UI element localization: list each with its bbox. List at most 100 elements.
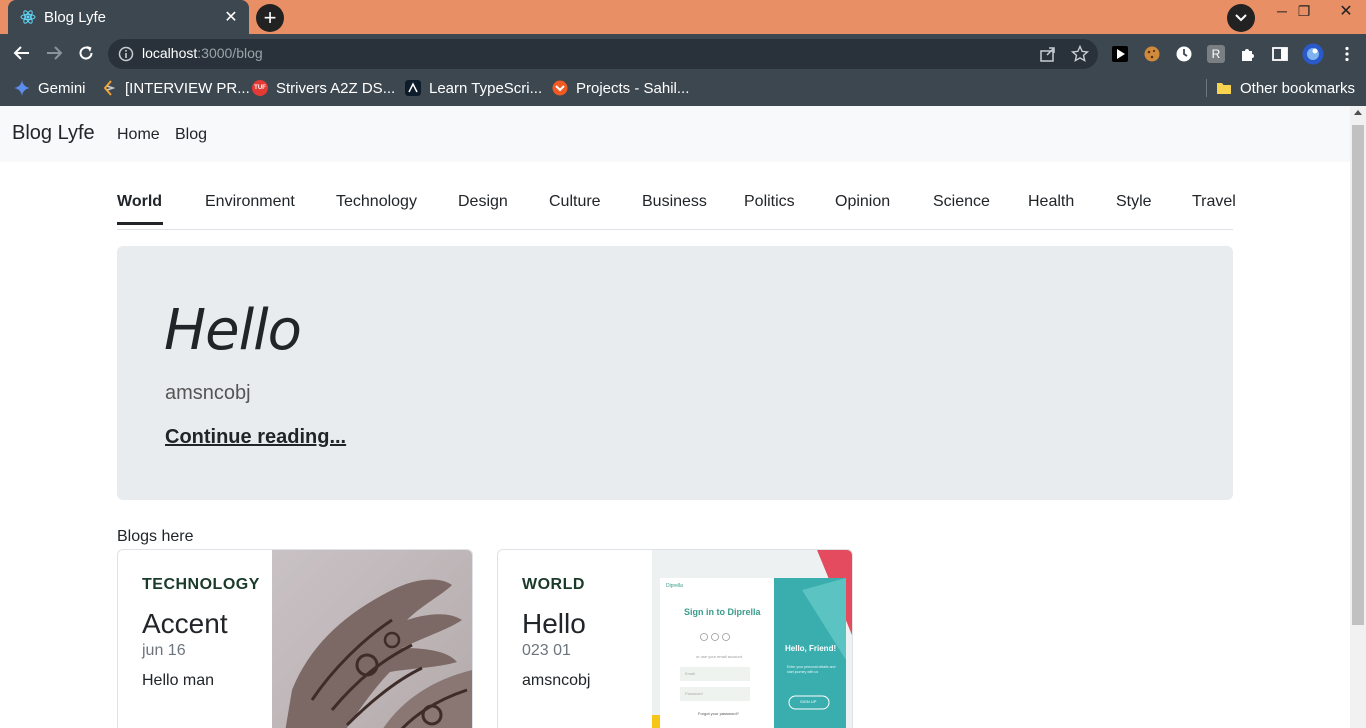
signin-heading: Sign in to Diprella (684, 607, 761, 617)
signin-subtitle: or use your email account (696, 654, 742, 659)
close-window-button[interactable]: ✕ (1326, 0, 1366, 22)
site-brand[interactable]: Blog Lyfe (12, 122, 95, 145)
gemini-icon (14, 80, 30, 96)
category-tab-business[interactable]: Business (642, 193, 707, 211)
bookmark-label: Projects - Sahil... (576, 79, 690, 97)
henna-hands-image (272, 550, 472, 728)
typescript-site-icon (405, 80, 421, 96)
category-tab-health[interactable]: Health (1028, 193, 1074, 211)
site-info-icon[interactable] (118, 46, 134, 62)
blog-card-excerpt: amsncobj (522, 672, 591, 689)
forward-button[interactable] (41, 40, 67, 66)
page-viewport: Blog Lyfe Home Blog World Environment Te… (0, 106, 1350, 728)
bookmarks-bar: Gemini [INTERVIEW PR... TUF Strivers A2Z… (0, 70, 1366, 106)
category-tab-environment[interactable]: Environment (205, 193, 295, 211)
bookmark-label: [INTERVIEW PR... (125, 79, 250, 97)
bookmark-projects[interactable]: Projects - Sahil... (552, 70, 689, 106)
blog-card-title: Hello (522, 608, 586, 639)
featured-post-banner: Hello amsncobj Continue reading... (117, 246, 1233, 500)
bookmark-interview-prep[interactable]: [INTERVIEW PR... (101, 70, 250, 106)
category-tab-culture[interactable]: Culture (549, 193, 601, 211)
bookmark-site-icon (103, 80, 116, 96)
category-tab-travel[interactable]: Travel (1192, 193, 1236, 211)
clock-extension-icon[interactable] (1175, 45, 1193, 63)
blog-card-body: WORLD Hello 023 01 amsncobj (522, 576, 590, 690)
blog-card-title: Accent (142, 608, 228, 639)
site-navbar: Blog Lyfe Home Blog (0, 106, 1350, 162)
share-icon[interactable] (1039, 45, 1057, 63)
bookmark-label: Strivers A2Z DS... (276, 79, 396, 97)
forgot-password-text: Forgot your password? (698, 711, 739, 716)
projects-site-icon (552, 80, 568, 96)
play-extension-icon[interactable] (1111, 45, 1129, 63)
category-tab-world[interactable]: World (117, 193, 162, 211)
chevron-down-icon (1235, 14, 1247, 22)
scroll-thumb[interactable] (1352, 125, 1364, 625)
category-tab-politics[interactable]: Politics (744, 193, 795, 211)
tab-strip: Blog Lyfe ✕ + ─ ❐ ✕ (0, 0, 1366, 34)
category-tab-design[interactable]: Design (458, 193, 508, 211)
category-tab-opinion[interactable]: Opinion (835, 193, 890, 211)
signup-label: SIGN UP (800, 699, 817, 704)
diprella-logo-text: Diprella (666, 583, 683, 589)
blogs-section-label: Blogs here (117, 528, 194, 545)
reload-icon (79, 46, 93, 60)
star-icon[interactable] (1071, 45, 1089, 63)
blog-card[interactable]: TECHNOLOGY Accent jun 16 Hello man (117, 549, 473, 728)
new-tab-button[interactable]: + (256, 4, 284, 32)
category-tab-science[interactable]: Science (933, 193, 990, 211)
scroll-up-arrow[interactable] (1354, 110, 1362, 115)
blog-card-category: WORLD (522, 576, 585, 593)
email-field-label: Email (685, 671, 696, 676)
restore-button[interactable]: ❐ (1284, 0, 1324, 22)
bookmarks-divider (1206, 79, 1207, 97)
tab-title: Blog Lyfe (44, 8, 106, 26)
blog-card-date: 023 01 (522, 642, 571, 659)
blog-card-thumbnail: Diprella Sign in to Diprella or use your… (652, 550, 852, 728)
url-text[interactable]: localhost:3000/blog (142, 45, 263, 61)
nav-link-blog[interactable]: Blog (175, 126, 207, 144)
continue-reading-link[interactable]: Continue reading... (165, 426, 346, 449)
blog-card-body: TECHNOLOGY Accent jun 16 Hello man (142, 576, 260, 690)
reload-button[interactable] (73, 40, 99, 66)
kebab-menu-icon[interactable] (1338, 45, 1356, 63)
featured-post-title: Hello (164, 298, 302, 363)
cookie-extension-icon[interactable] (1143, 45, 1161, 63)
password-field-label: Password (685, 691, 703, 696)
back-button[interactable] (9, 40, 35, 66)
tab-search-button[interactable] (1227, 4, 1255, 32)
other-bookmarks-label: Other bookmarks (1240, 79, 1356, 97)
category-tab-style[interactable]: Style (1116, 193, 1152, 211)
blog-card-excerpt: Hello man (142, 672, 215, 689)
arrow-right-icon (47, 46, 63, 60)
browser-tab-active[interactable]: Blog Lyfe ✕ (8, 0, 249, 34)
bookmark-label: Gemini (38, 79, 86, 97)
hello-friend-heading: Hello, Friend! (785, 644, 837, 653)
page-scrollbar[interactable] (1350, 106, 1366, 728)
puzzle-extensions-icon[interactable] (1239, 45, 1257, 63)
arrow-left-icon (13, 46, 29, 60)
profile-avatar[interactable] (1302, 43, 1324, 65)
blog-card-category: TECHNOLOGY (142, 576, 260, 593)
react-icon (20, 10, 36, 24)
signin-screenshot-image (652, 550, 852, 728)
folder-icon (1217, 83, 1231, 94)
bookmark-strivers[interactable]: TUF Strivers A2Z DS... (252, 70, 395, 106)
active-tab-indicator (117, 222, 163, 225)
nav-link-home[interactable]: Home (117, 126, 160, 144)
category-tabs: World Environment Technology Design Cult… (117, 184, 1236, 230)
category-tab-technology[interactable]: Technology (336, 193, 417, 211)
close-tab-icon[interactable]: ✕ (223, 9, 239, 26)
blog-card[interactable]: WORLD Hello 023 01 amsncobj Diprella Sig… (497, 549, 853, 728)
blog-card-date: jun 16 (142, 642, 186, 659)
bookmark-learn-typescript[interactable]: Learn TypeScri... (405, 70, 542, 106)
side-panel-icon[interactable] (1271, 45, 1289, 63)
url-host: localhost (142, 45, 198, 61)
r-extension-icon[interactable]: R (1207, 45, 1225, 63)
url-path: :3000/blog (197, 45, 263, 61)
other-bookmarks-folder[interactable]: Other bookmarks (1216, 70, 1355, 106)
bookmark-gemini[interactable]: Gemini (14, 70, 86, 106)
bookmark-label: Learn TypeScri... (429, 79, 543, 97)
blog-card-thumbnail (272, 550, 472, 728)
featured-post-description: amsncobj (165, 382, 251, 404)
